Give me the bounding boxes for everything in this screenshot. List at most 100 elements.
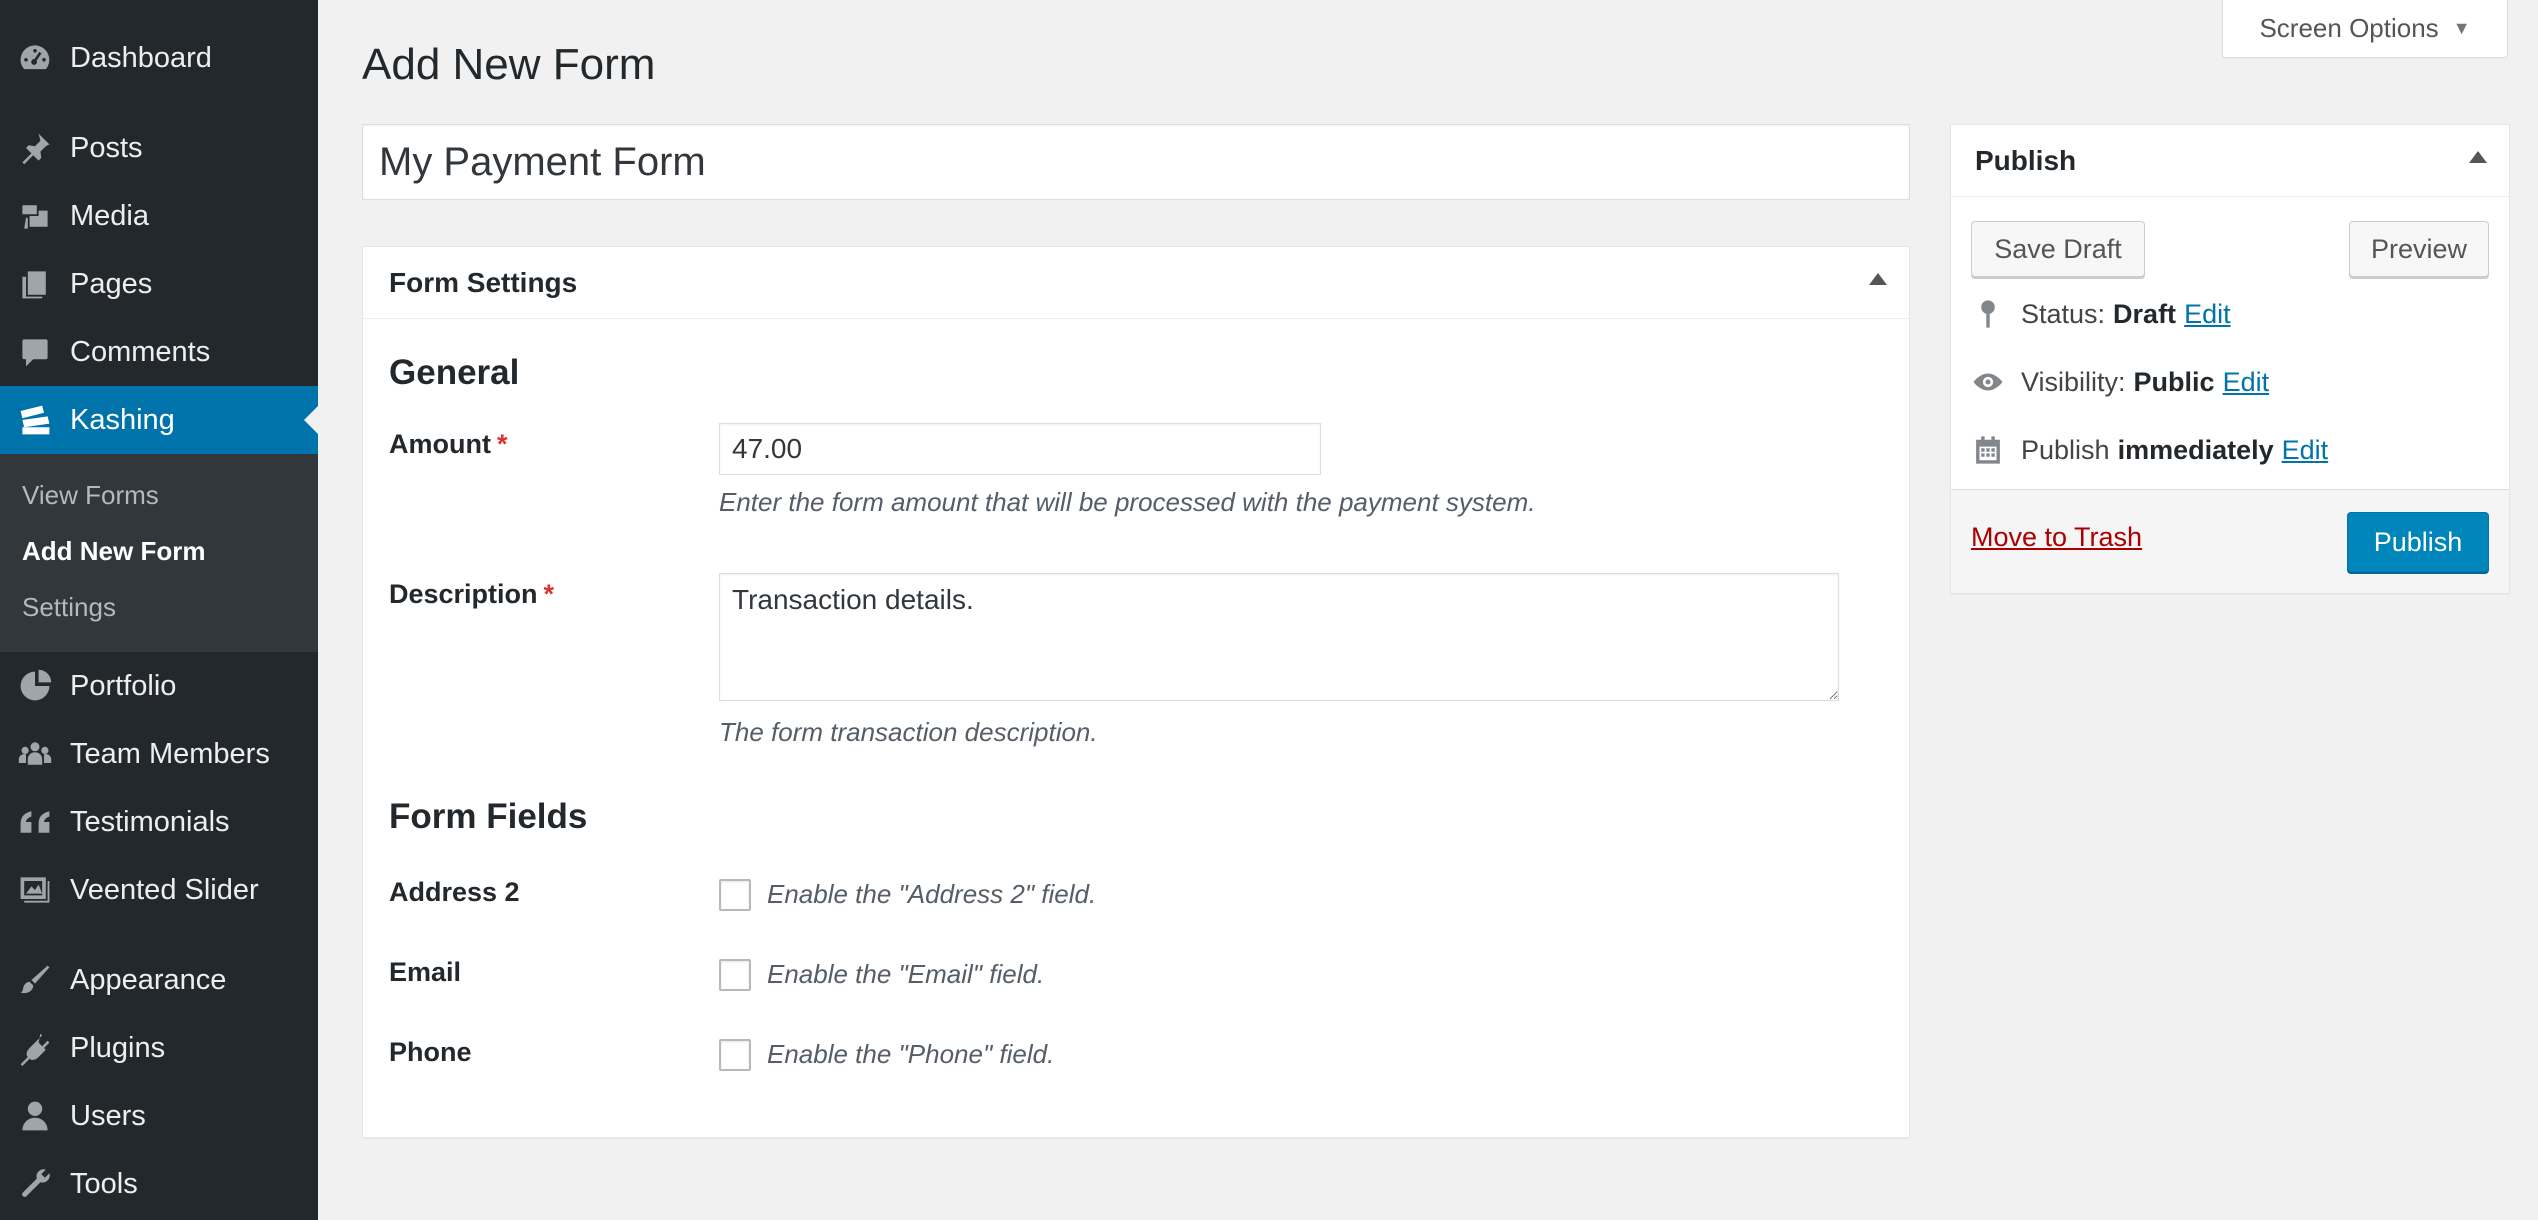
current-menu-arrow bbox=[304, 406, 318, 434]
required-marker: * bbox=[496, 429, 508, 459]
screen-options-button[interactable]: Screen Options ▼ bbox=[2222, 0, 2508, 58]
collapse-arrow-icon[interactable] bbox=[1869, 273, 1887, 285]
menu-label: Kashing bbox=[70, 403, 175, 436]
menu-label: Tools bbox=[70, 1167, 138, 1200]
publish-button[interactable]: Publish bbox=[2347, 512, 2489, 572]
menu-item-testimonials[interactable]: Testimonials bbox=[0, 788, 318, 856]
submenu-add-new-form[interactable]: Add New Form bbox=[22, 536, 205, 567]
eye-icon bbox=[1971, 365, 2005, 399]
dashboard-icon bbox=[0, 40, 70, 76]
portfolio-icon bbox=[0, 668, 70, 704]
form-fields-section-title: Form Fields bbox=[389, 797, 588, 836]
email-checkbox[interactable] bbox=[719, 959, 751, 991]
move-to-trash-link[interactable]: Move to Trash bbox=[1971, 522, 2142, 553]
edit-status-link[interactable]: Edit bbox=[2184, 299, 2231, 330]
publish-value: immediately bbox=[2117, 434, 2274, 465]
money-icon bbox=[0, 402, 70, 438]
brush-icon bbox=[0, 962, 70, 998]
amount-input[interactable] bbox=[719, 423, 1321, 475]
menu-item-comments[interactable]: Comments bbox=[0, 318, 318, 386]
visibility-row: Visibility: Public Edit bbox=[1971, 365, 2269, 399]
publish-box-title: Publish bbox=[1975, 144, 2077, 176]
publish-box: Publish Save Draft Preview Status: Draft… bbox=[1950, 124, 2510, 594]
form-settings-box: Form Settings General Amount* Enter the … bbox=[362, 246, 1910, 1138]
wrench-icon bbox=[0, 1166, 70, 1202]
publish-label: Publish bbox=[2021, 434, 2110, 465]
menu-item-portfolio[interactable]: Portfolio bbox=[0, 652, 318, 720]
email-checkbox-label[interactable]: Enable the "Email" field. bbox=[767, 959, 1044, 990]
required-marker: * bbox=[543, 579, 555, 609]
address2-checkbox[interactable] bbox=[719, 879, 751, 911]
admin-sidebar: Dashboard Posts Media Pages Comments Kas… bbox=[0, 0, 318, 1220]
form-title-input[interactable] bbox=[362, 124, 1910, 200]
menu-item-posts[interactable]: Posts bbox=[0, 114, 318, 182]
description-label: Description * bbox=[389, 579, 554, 610]
save-draft-button[interactable]: Save Draft bbox=[1971, 221, 2145, 277]
amount-label-text: Amount bbox=[389, 429, 491, 459]
menu-label: Team Members bbox=[70, 737, 270, 770]
publish-header[interactable]: Publish bbox=[1951, 125, 2509, 197]
form-settings-header[interactable]: Form Settings bbox=[363, 247, 1909, 319]
menu-label: Media bbox=[70, 199, 149, 232]
edit-visibility-link[interactable]: Edit bbox=[2223, 367, 2270, 398]
menu-item-dashboard[interactable]: Dashboard bbox=[0, 24, 318, 92]
publish-actions: Move to Trash Publish bbox=[1951, 489, 2509, 593]
submenu-settings[interactable]: Settings bbox=[22, 592, 116, 623]
collapse-arrow-icon[interactable] bbox=[2469, 151, 2487, 163]
status-value: Draft bbox=[2113, 298, 2177, 329]
menu-item-pages[interactable]: Pages bbox=[0, 250, 318, 318]
phone-checkbox[interactable] bbox=[719, 1039, 751, 1071]
menu-label: Pages bbox=[70, 267, 153, 300]
general-section-title: General bbox=[389, 353, 520, 392]
visibility-label: Visibility: bbox=[2021, 366, 2126, 397]
kashing-submenu: View Forms Add New Form Settings bbox=[0, 454, 318, 652]
menu-item-appearance[interactable]: Appearance bbox=[0, 946, 318, 1014]
menu-label: Appearance bbox=[70, 963, 227, 996]
menu-item-kashing[interactable]: Kashing bbox=[0, 386, 318, 454]
address2-label: Address 2 bbox=[389, 877, 520, 907]
user-icon bbox=[0, 1098, 70, 1134]
menu-item-users[interactable]: Users bbox=[0, 1082, 318, 1150]
description-textarea[interactable]: Transaction details. bbox=[719, 573, 1839, 701]
menu-label: Users bbox=[70, 1099, 146, 1132]
calendar-icon bbox=[1971, 433, 2005, 467]
visibility-value: Public bbox=[2133, 366, 2215, 397]
form-settings-title: Form Settings bbox=[389, 266, 578, 298]
preview-button[interactable]: Preview bbox=[2349, 221, 2489, 277]
menu-label: Veented Slider bbox=[70, 873, 259, 906]
edit-publish-date-link[interactable]: Edit bbox=[2282, 435, 2329, 466]
menu-label: Portfolio bbox=[70, 669, 177, 702]
menu-label: Plugins bbox=[70, 1031, 166, 1064]
media-icon bbox=[0, 198, 70, 234]
pages-icon bbox=[0, 266, 70, 302]
menu-label: Comments bbox=[70, 335, 211, 368]
screen-options-label: Screen Options bbox=[2259, 13, 2439, 43]
menu-item-media[interactable]: Media bbox=[0, 182, 318, 250]
menu-item-plugins[interactable]: Plugins bbox=[0, 1014, 318, 1082]
caret-down-icon: ▼ bbox=[2452, 18, 2471, 38]
comment-icon bbox=[0, 334, 70, 370]
menu-item-tools[interactable]: Tools bbox=[0, 1150, 318, 1218]
quote-icon bbox=[0, 804, 70, 840]
pin-icon bbox=[0, 130, 70, 166]
submenu-view-forms[interactable]: View Forms bbox=[22, 480, 159, 511]
groups-icon bbox=[0, 736, 70, 772]
amount-hint: Enter the form amount that will be proce… bbox=[719, 487, 1536, 517]
email-label: Email bbox=[389, 957, 462, 987]
phone-label: Phone bbox=[389, 1037, 472, 1067]
menu-item-team-members[interactable]: Team Members bbox=[0, 720, 318, 788]
address2-checkbox-label[interactable]: Enable the "Address 2" field. bbox=[767, 879, 1096, 910]
pin-icon bbox=[1971, 297, 2005, 331]
description-label-text: Description bbox=[389, 579, 538, 609]
publish-schedule-row: Publish immediately Edit bbox=[1971, 433, 2328, 467]
amount-label: Amount * bbox=[389, 429, 508, 460]
description-hint: The form transaction description. bbox=[719, 717, 1098, 747]
menu-label: Testimonials bbox=[70, 805, 230, 838]
slider-icon bbox=[0, 872, 70, 908]
status-label: Status: bbox=[2021, 298, 2106, 329]
phone-checkbox-label[interactable]: Enable the "Phone" field. bbox=[767, 1039, 1054, 1070]
menu-item-veented-slider[interactable]: Veented Slider bbox=[0, 856, 318, 924]
menu-label: Dashboard bbox=[70, 41, 212, 74]
menu-label: Posts bbox=[70, 131, 143, 164]
status-row: Status: Draft Edit bbox=[1971, 297, 2231, 331]
